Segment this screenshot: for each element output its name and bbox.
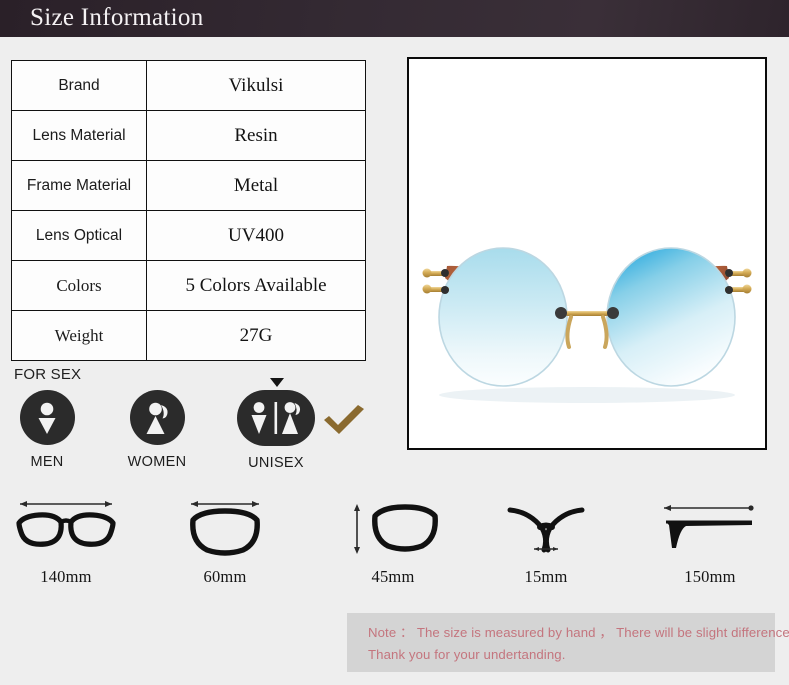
measurement-temple-length: 150mm xyxy=(650,495,770,587)
page-header-banner: Size Information xyxy=(0,0,789,37)
spec-table-body: Brand Vikulsi Lens Material Resin Frame … xyxy=(11,60,366,361)
spec-key-frame-material: Frame Material xyxy=(11,160,147,211)
gender-label-unisex: UNISEX xyxy=(248,455,304,471)
single-lens-with-width-arrow-icon xyxy=(170,495,280,563)
table-row: Lens Material Resin xyxy=(11,110,366,161)
spec-value-weight: 27G xyxy=(146,310,366,361)
page-title: Size Information xyxy=(30,4,204,31)
single-lens-with-height-arrow-icon xyxy=(338,495,448,563)
gender-label-men: MEN xyxy=(30,454,64,470)
spec-value-brand: Vikulsi xyxy=(146,60,366,111)
frame-width-glyph xyxy=(16,501,116,547)
temple-arm-with-length-arrow-icon xyxy=(650,495,770,563)
male-figure-glyph xyxy=(38,402,56,434)
full-glasses-front-with-width-arrow-icon xyxy=(6,495,126,563)
check-mark-icon xyxy=(322,404,366,441)
female-figure-icon xyxy=(129,390,185,445)
note-line-2: Thank you for your undertanding. xyxy=(368,647,566,662)
spec-key-weight: Weight xyxy=(11,310,147,361)
product-photo xyxy=(409,59,765,448)
specification-table: Brand Vikulsi Lens Material Resin Frame … xyxy=(11,60,366,361)
measurement-lens-height: 45mm xyxy=(338,495,448,587)
gender-label-women: WOMEN xyxy=(127,454,187,470)
lens-width-glyph xyxy=(190,501,260,556)
table-row: Frame Material Metal xyxy=(11,160,366,211)
unisex-figures-glyph xyxy=(251,402,301,434)
spec-key-brand: Brand xyxy=(11,60,147,111)
sunglasses-product-image xyxy=(409,59,765,447)
spec-value-colors: 5 Colors Available xyxy=(146,260,366,311)
bridge-width-glyph xyxy=(507,507,585,553)
note-line-1: Note ： The size is measured by hand ， Th… xyxy=(368,625,789,640)
table-row: Lens Optical UV400 xyxy=(11,210,366,261)
check-mark-glyph xyxy=(324,405,364,434)
measurement-frame-width: 140mm xyxy=(6,495,126,587)
female-figure-glyph xyxy=(146,402,168,434)
gender-option-men[interactable]: MEN xyxy=(14,390,80,470)
measurement-label-temple-length: 150mm xyxy=(684,567,736,586)
measurement-label-frame-width: 140mm xyxy=(40,567,92,586)
note-box: Note ： The size is measured by hand ， Th… xyxy=(347,613,789,672)
temple-length-glyph xyxy=(664,505,754,548)
bridge-with-width-arrow-icon xyxy=(492,495,600,563)
spec-key-lens-material: Lens Material xyxy=(11,110,147,161)
spec-value-lens-material: Resin xyxy=(146,110,366,161)
lens-height-glyph xyxy=(354,504,438,554)
table-row: Colors 5 Colors Available xyxy=(11,260,366,311)
measurement-bridge-width: 15mm xyxy=(492,495,600,587)
measurement-label-bridge-width: 15mm xyxy=(524,567,568,586)
male-figure-icon xyxy=(19,390,75,445)
spec-value-lens-optical: UV400 xyxy=(146,210,366,261)
gender-option-unisex[interactable]: UNISEX xyxy=(237,390,315,471)
measurement-label-lens-width: 60mm xyxy=(203,567,247,586)
table-row: Weight 27G xyxy=(11,310,366,361)
spec-value-frame-material: Metal xyxy=(146,160,366,211)
for-sex-label: FOR SEX xyxy=(14,366,82,383)
spec-key-lens-optical: Lens Optical xyxy=(11,210,147,261)
measurement-label-lens-height: 45mm xyxy=(371,567,415,586)
unisex-figures-icon xyxy=(237,390,315,446)
measurement-lens-width: 60mm xyxy=(170,495,280,587)
table-row: Brand Vikulsi xyxy=(11,60,366,111)
spec-key-colors: Colors xyxy=(11,260,147,311)
down-triangle-pointer-icon xyxy=(270,378,284,387)
product-photo-frame xyxy=(407,57,767,450)
size-information-page: Size Information Brand Vikulsi Lens Mate… xyxy=(0,0,789,685)
gender-option-women[interactable]: WOMEN xyxy=(122,390,192,470)
